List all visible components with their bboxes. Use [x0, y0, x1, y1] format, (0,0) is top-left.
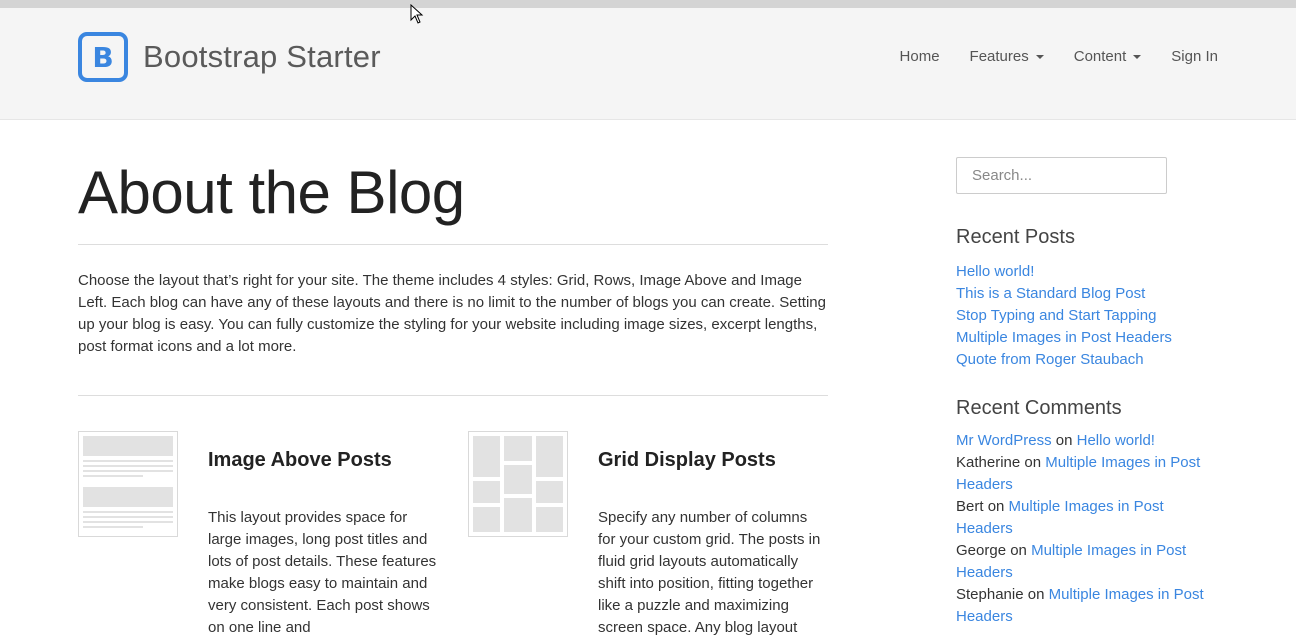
comment-author-link[interactable]: Mr WordPress	[956, 432, 1052, 449]
mouse-cursor-icon	[410, 4, 424, 24]
nav-item-content[interactable]: Content	[1074, 48, 1142, 65]
nav-item-features[interactable]: Features	[970, 48, 1044, 65]
main-nav: Home Features Content Sign In	[870, 48, 1218, 65]
brand-link[interactable]: B Bootstrap Starter	[78, 32, 381, 82]
nav-item-sign-in[interactable]: Sign In	[1171, 48, 1218, 65]
list-item: Stop Typing and Start Tapping	[956, 305, 1218, 327]
recent-post-link[interactable]: Stop Typing and Start Tapping	[956, 307, 1156, 324]
nav-item-label: Content	[1073, 48, 1127, 65]
on-word: on	[1027, 586, 1045, 603]
brand-logo-icon: B	[78, 32, 128, 82]
grid-layout-icon	[468, 431, 568, 537]
recent-post-link[interactable]: Multiple Images in Post Headers	[956, 329, 1172, 346]
on-word: on	[1024, 454, 1042, 471]
nav-item-label: Home	[899, 48, 940, 65]
comment-author: Katherine	[956, 454, 1021, 471]
recent-post-link[interactable]: Hello world!	[956, 263, 1034, 280]
main-content: About the Blog Choose the layout that’s …	[78, 120, 828, 640]
nav-item-label: Features	[969, 48, 1029, 65]
divider	[78, 395, 828, 396]
recent-post-link[interactable]: This is a Standard Blog Post	[956, 285, 1145, 302]
divider	[78, 244, 828, 245]
list-item: This is a Standard Blog Post	[956, 283, 1218, 305]
feature-description: Specify any number of columns for your c…	[598, 509, 821, 636]
nav-item-home[interactable]: Home	[900, 48, 940, 65]
on-word: on	[987, 498, 1005, 515]
list-item: Stephanie on Multiple Images in Post Hea…	[956, 584, 1218, 628]
navbar: B Bootstrap Starter Home Features Conten…	[0, 8, 1296, 120]
list-item: Hello world!	[956, 261, 1218, 283]
caret-down-icon	[1133, 54, 1142, 59]
image-above-layout-icon	[78, 431, 178, 537]
list-item: Mr WordPress on Hello world!	[956, 430, 1218, 452]
on-word: on	[1010, 542, 1027, 559]
recent-post-link[interactable]: Quote from Roger Staubach	[956, 351, 1144, 368]
feature-title: Image Above Posts	[208, 449, 392, 471]
list-item: Multiple Images in Post Headers	[956, 327, 1218, 349]
browser-top-strip	[0, 0, 1296, 8]
search-input[interactable]	[956, 157, 1167, 194]
page-title: About the Blog	[78, 159, 465, 226]
comment-post-link[interactable]: Hello world!	[1077, 432, 1155, 449]
intro-paragraph: Choose the layout that’s right for your …	[78, 272, 826, 355]
recent-posts-heading: Recent Posts	[956, 226, 1075, 248]
list-item: Quote from Roger Staubach	[956, 349, 1218, 371]
on-word: on	[1055, 432, 1073, 449]
recent-posts-list: Hello world! This is a Standard Blog Pos…	[956, 261, 1218, 371]
list-item: Katherine on Multiple Images in Post Hea…	[956, 452, 1218, 496]
feature-title: Grid Display Posts	[598, 449, 776, 471]
list-item: George on Multiple Images in Post Header…	[956, 540, 1218, 584]
brand-name: Bootstrap Starter	[143, 39, 381, 74]
nav-item-label: Sign In	[1171, 48, 1218, 65]
comment-author: Stephanie	[956, 586, 1024, 603]
comment-author: George	[956, 542, 1007, 559]
list-item: Bert on Multiple Images in Post Headers	[956, 496, 1218, 540]
comment-author: Bert	[956, 498, 984, 515]
recent-comments-heading: Recent Comments	[956, 397, 1122, 419]
sidebar: Recent Posts Hello world! This is a Stan…	[956, 157, 1218, 628]
feature-section: Image Above Posts This layout provides s…	[78, 431, 828, 640]
feature-description: This layout provides space for large ima…	[208, 509, 437, 636]
recent-comments-list: Mr WordPress on Hello world! Katherine o…	[956, 430, 1218, 628]
caret-down-icon	[1035, 54, 1044, 59]
